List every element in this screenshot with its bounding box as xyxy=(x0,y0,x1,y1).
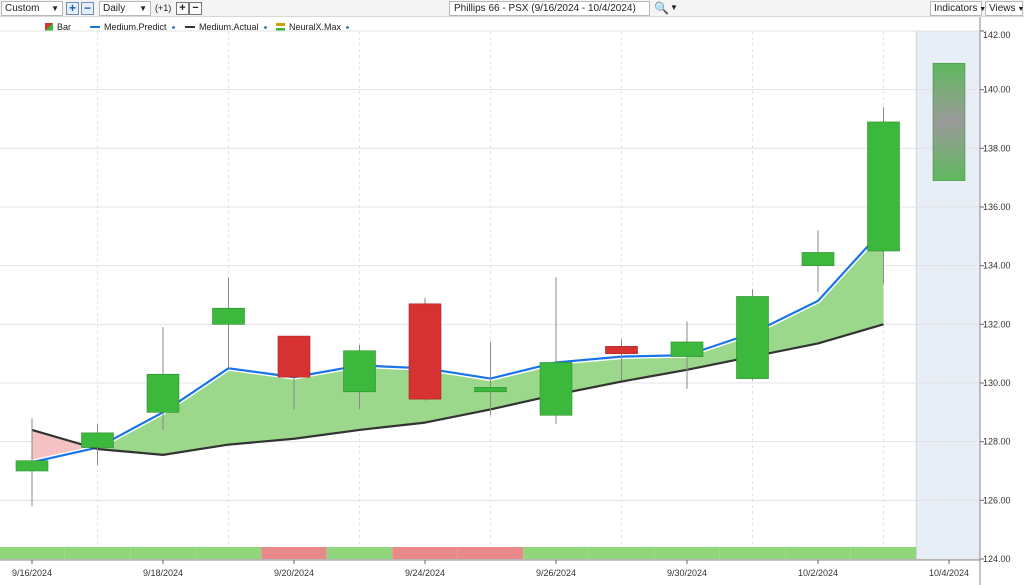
signal-strip-segment xyxy=(392,547,458,559)
y-tick-label: 124.00 xyxy=(983,554,1011,564)
y-tick-label: 130.00 xyxy=(983,378,1011,388)
candle-body xyxy=(81,432,114,448)
x-tick-label: 9/20/2024 xyxy=(274,568,314,578)
signal-strip-segment xyxy=(130,547,196,559)
price-chart[interactable]: 142.00 140.00 138.00 136.00 134.00 132.00 130.… xyxy=(0,0,1024,585)
signal-strip-segment xyxy=(654,547,720,559)
y-tick-label: 142.00 xyxy=(983,30,1011,40)
x-tick-label: 9/18/2024 xyxy=(143,568,183,578)
signal-strip-segment xyxy=(719,547,786,559)
x-tick-label: 9/26/2024 xyxy=(536,568,576,578)
x-tick-label: 10/2/2024 xyxy=(798,568,838,578)
band-fill xyxy=(228,368,294,445)
candle-body xyxy=(736,296,769,379)
candle-body xyxy=(408,303,442,400)
candle-body xyxy=(212,307,245,325)
candle-body xyxy=(277,335,311,378)
y-tick-label: 140.00 xyxy=(983,85,1011,95)
signal-strip-segment xyxy=(195,547,262,559)
signal-strip-segment xyxy=(850,547,917,559)
x-tick-label: 9/24/2024 xyxy=(405,568,445,578)
x-tick-label: 9/16/2024 xyxy=(12,568,52,578)
candle-body xyxy=(867,121,900,252)
y-tick-label: 136.00 xyxy=(983,202,1011,212)
x-tick-label: 10/4/2024 xyxy=(929,568,969,578)
candle-body xyxy=(343,350,376,393)
signal-strip-segment xyxy=(588,547,655,559)
y-tick-label: 132.00 xyxy=(983,319,1011,329)
candle-body xyxy=(146,373,180,413)
y-tick-label: 138.00 xyxy=(983,143,1011,153)
signal-strip-segment xyxy=(785,547,851,559)
y-tick-label: 134.00 xyxy=(983,261,1011,271)
candle-body xyxy=(474,387,507,393)
candle-body xyxy=(801,252,835,266)
signal-strip-segment xyxy=(523,547,589,559)
candle-body xyxy=(539,362,573,416)
signal-strip-segment xyxy=(0,547,65,559)
forecast-bar xyxy=(932,62,966,181)
signal-strip-segment xyxy=(261,547,327,559)
candle-body xyxy=(670,341,704,357)
candle-body xyxy=(605,346,638,354)
x-tick-label: 9/30/2024 xyxy=(667,568,707,578)
y-tick-label: 128.00 xyxy=(983,437,1011,447)
signal-strip-segment xyxy=(64,547,131,559)
y-tick-label: 126.00 xyxy=(983,495,1011,505)
signal-strip-segment xyxy=(457,547,524,559)
band-fill xyxy=(621,355,687,382)
candle-body xyxy=(15,460,49,472)
signal-strip-segment xyxy=(326,547,393,559)
